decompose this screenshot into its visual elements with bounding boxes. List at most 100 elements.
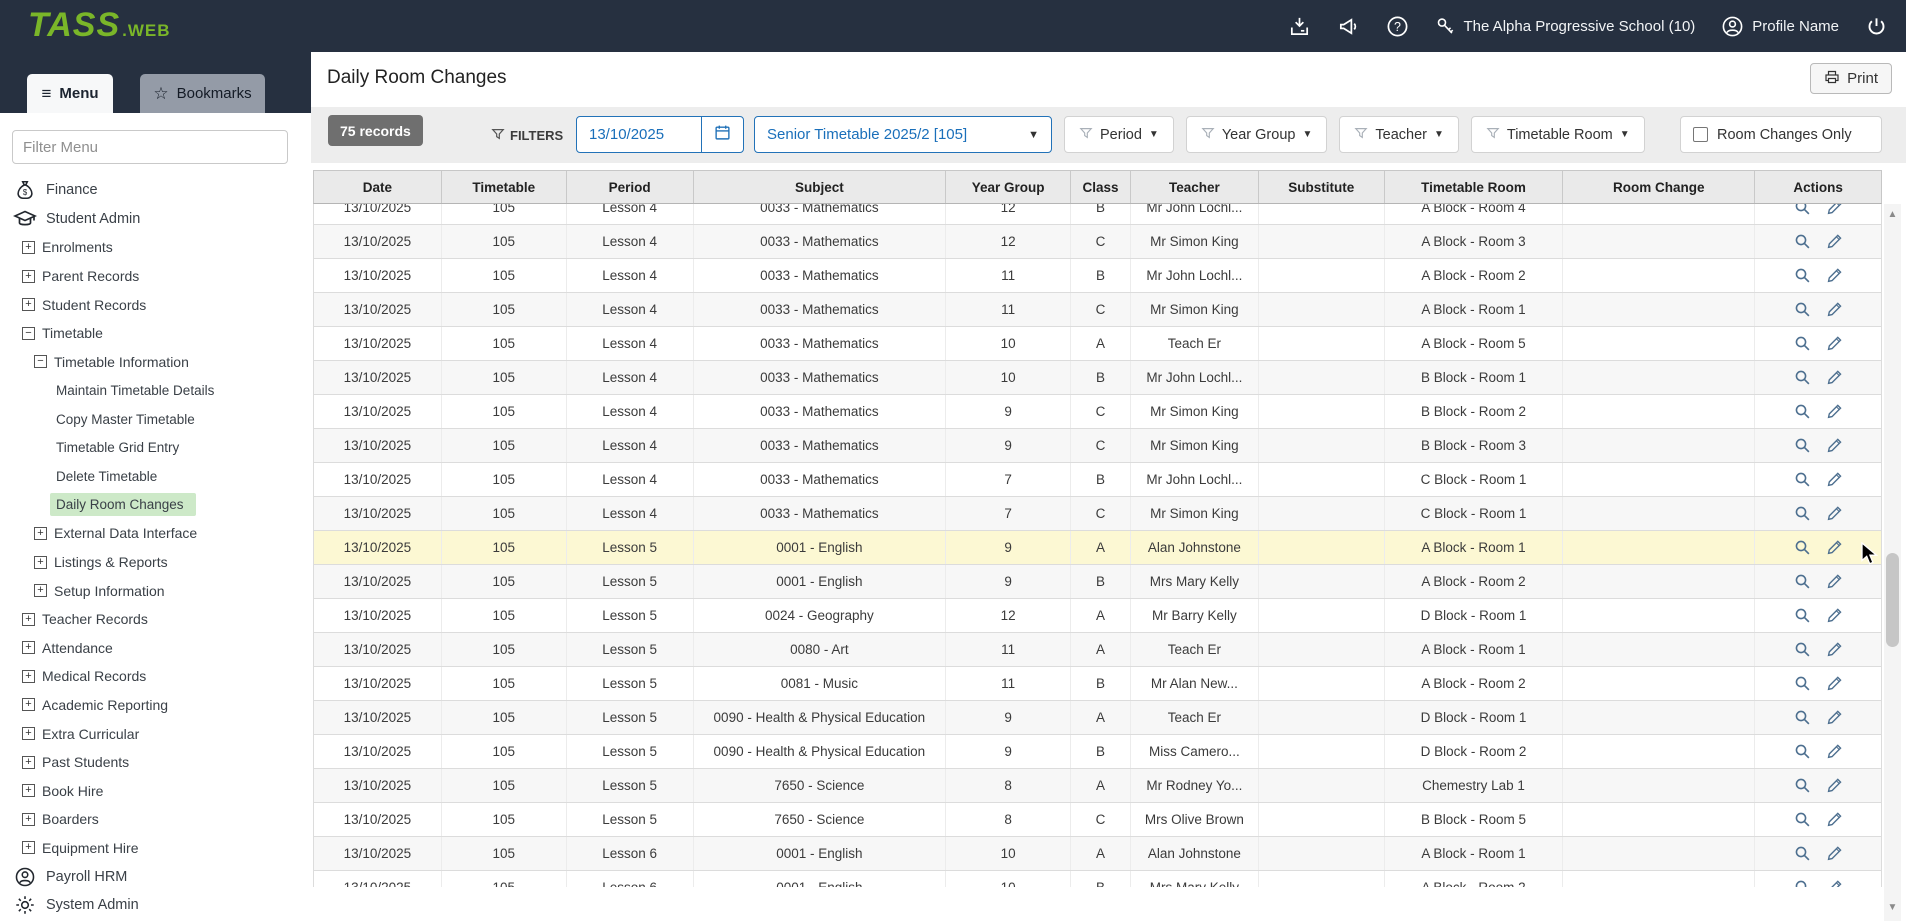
table-row[interactable]: 13/10/2025105Lesson 60001 - English10AAl…	[314, 837, 1881, 871]
edit-pencil-icon[interactable]	[1826, 777, 1843, 794]
plus-expander-icon[interactable]: +	[22, 670, 35, 683]
edit-pencil-icon[interactable]	[1826, 845, 1843, 862]
table-row[interactable]: 13/10/2025105Lesson 40033 - Mathematics1…	[314, 293, 1881, 327]
table-row[interactable]: 13/10/2025105Lesson 50090 - Health & Phy…	[314, 701, 1881, 735]
table-row[interactable]: 13/10/2025105Lesson 40033 - Mathematics1…	[314, 259, 1881, 293]
sidebar-item-system-admin[interactable]: System Admin	[0, 891, 311, 920]
room-changes-only-filter[interactable]: Room Changes Only	[1680, 116, 1882, 153]
vertical-scrollbar[interactable]: ▲ ▼	[1884, 204, 1901, 921]
table-row[interactable]: 13/10/2025105Lesson 40033 - Mathematics1…	[314, 225, 1881, 259]
table-row[interactable]: 13/10/2025105Lesson 60001 - English10BMr…	[314, 871, 1881, 887]
table-row[interactable]: 13/10/2025105Lesson 40033 - Mathematics1…	[314, 204, 1881, 225]
help-button[interactable]: ?	[1386, 15, 1409, 38]
plus-expander-icon[interactable]: +	[22, 813, 35, 826]
sidebar-item-teacher-records[interactable]: +Teacher Records	[0, 605, 311, 634]
edit-pencil-icon[interactable]	[1826, 743, 1843, 760]
date-filter[interactable]	[576, 116, 744, 153]
sidebar-item-timetable-grid-entry[interactable]: Timetable Grid Entry	[0, 433, 311, 462]
filter-menu-input[interactable]	[12, 130, 288, 164]
sidebar-item-listings-reports[interactable]: +Listings & Reports	[0, 548, 311, 577]
scroll-up-arrow-icon[interactable]: ▲	[1884, 204, 1901, 224]
bookmarks-tab[interactable]: ☆ Bookmarks	[140, 74, 265, 113]
timetable-room-filter-button[interactable]: Timetable Room▼	[1471, 116, 1645, 153]
view-search-icon[interactable]	[1794, 743, 1811, 760]
table-row[interactable]: 13/10/2025105Lesson 50081 - Music11BMr A…	[314, 667, 1881, 701]
view-search-icon[interactable]	[1794, 709, 1811, 726]
plus-expander-icon[interactable]: +	[22, 784, 35, 797]
sidebar-item-maintain-timetable-details[interactable]: Maintain Timetable Details	[0, 376, 311, 405]
edit-pencil-icon[interactable]	[1826, 471, 1843, 488]
table-row[interactable]: 13/10/2025105Lesson 50001 - English9BMrs…	[314, 565, 1881, 599]
edit-pencil-icon[interactable]	[1826, 437, 1843, 454]
table-row[interactable]: 13/10/2025105Lesson 40033 - Mathematics1…	[314, 327, 1881, 361]
sidebar-item-book-hire[interactable]: +Book Hire	[0, 776, 311, 805]
plus-expander-icon[interactable]: +	[22, 698, 35, 711]
scrollbar-thumb[interactable]	[1886, 553, 1899, 647]
edit-pencil-icon[interactable]	[1826, 573, 1843, 590]
year-group-filter-button[interactable]: Year Group▼	[1186, 116, 1328, 153]
sidebar-item-setup-information[interactable]: +Setup Information	[0, 576, 311, 605]
sidebar-item-copy-master-timetable[interactable]: Copy Master Timetable	[0, 405, 311, 434]
view-search-icon[interactable]	[1794, 641, 1811, 658]
view-search-icon[interactable]	[1794, 471, 1811, 488]
plus-expander-icon[interactable]: +	[22, 841, 35, 854]
sidebar-item-attendance[interactable]: +Attendance	[0, 634, 311, 663]
table-row[interactable]: 13/10/2025105Lesson 57650 - Science8AMr …	[314, 769, 1881, 803]
sidebar-item-extra-curricular[interactable]: +Extra Curricular	[0, 719, 311, 748]
logout-button[interactable]	[1865, 15, 1888, 38]
view-search-icon[interactable]	[1794, 777, 1811, 794]
menu-tab[interactable]: ≡ Menu	[27, 74, 113, 113]
table-row[interactable]: 13/10/2025105Lesson 50080 - Art11ATeach …	[314, 633, 1881, 667]
plus-expander-icon[interactable]: +	[22, 298, 35, 311]
profile-menu[interactable]: Profile Name	[1721, 15, 1839, 38]
view-search-icon[interactable]	[1794, 845, 1811, 862]
timetable-select[interactable]: Senior Timetable 2025/2 [105] ▼	[754, 116, 1052, 153]
sidebar-item-medical-records[interactable]: +Medical Records	[0, 662, 311, 691]
plus-expander-icon[interactable]: +	[22, 641, 35, 654]
teacher-filter-button[interactable]: Teacher▼	[1339, 116, 1459, 153]
minus-expander-icon[interactable]: −	[34, 355, 47, 368]
edit-pencil-icon[interactable]	[1826, 505, 1843, 522]
sidebar-item-payroll-hrm[interactable]: Payroll HRM	[0, 862, 311, 891]
edit-pencil-icon[interactable]	[1826, 879, 1843, 887]
table-row[interactable]: 13/10/2025105Lesson 50090 - Health & Phy…	[314, 735, 1881, 769]
room-changes-only-checkbox[interactable]	[1693, 127, 1708, 142]
download-button[interactable]	[1288, 15, 1311, 38]
view-search-icon[interactable]	[1794, 369, 1811, 386]
edit-pencil-icon[interactable]	[1826, 675, 1843, 692]
view-search-icon[interactable]	[1794, 675, 1811, 692]
table-row[interactable]: 13/10/2025105Lesson 50001 - English9AAla…	[314, 531, 1881, 565]
plus-expander-icon[interactable]: +	[22, 241, 35, 254]
sidebar-item-parent-records[interactable]: +Parent Records	[0, 262, 311, 291]
edit-pencil-icon[interactable]	[1826, 267, 1843, 284]
view-search-icon[interactable]	[1794, 539, 1811, 556]
edit-pencil-icon[interactable]	[1826, 233, 1843, 250]
plus-expander-icon[interactable]: +	[22, 613, 35, 626]
view-search-icon[interactable]	[1794, 811, 1811, 828]
table-row[interactable]: 13/10/2025105Lesson 40033 - Mathematics7…	[314, 497, 1881, 531]
edit-pencil-icon[interactable]	[1826, 403, 1843, 420]
plus-expander-icon[interactable]: +	[22, 270, 35, 283]
calendar-button[interactable]	[701, 117, 743, 152]
sidebar-item-timetable[interactable]: −Timetable	[0, 319, 311, 348]
table-row[interactable]: 13/10/2025105Lesson 40033 - Mathematics9…	[314, 395, 1881, 429]
sidebar-item-external-data-interface[interactable]: +External Data Interface	[0, 519, 311, 548]
sidebar-item-student-records[interactable]: +Student Records	[0, 290, 311, 319]
plus-expander-icon[interactable]: +	[34, 527, 47, 540]
edit-pencil-icon[interactable]	[1826, 709, 1843, 726]
date-input[interactable]	[577, 126, 701, 143]
plus-expander-icon[interactable]: +	[34, 556, 47, 569]
plus-expander-icon[interactable]: +	[22, 727, 35, 740]
sidebar-item-enrolments[interactable]: +Enrolments	[0, 233, 311, 262]
sidebar-item-daily-room-changes[interactable]: Daily Room Changes	[0, 491, 311, 520]
view-search-icon[interactable]	[1794, 204, 1811, 216]
tass-web-logo[interactable]: TASS .WEB	[28, 6, 171, 45]
view-search-icon[interactable]	[1794, 879, 1811, 887]
sidebar-item-delete-timetable[interactable]: Delete Timetable	[0, 462, 311, 491]
view-search-icon[interactable]	[1794, 233, 1811, 250]
announcements-button[interactable]	[1337, 15, 1360, 38]
table-row[interactable]: 13/10/2025105Lesson 50024 - Geography12A…	[314, 599, 1881, 633]
sidebar-item-academic-reporting[interactable]: +Academic Reporting	[0, 691, 311, 720]
plus-expander-icon[interactable]: +	[34, 584, 47, 597]
minus-expander-icon[interactable]: −	[22, 327, 35, 340]
